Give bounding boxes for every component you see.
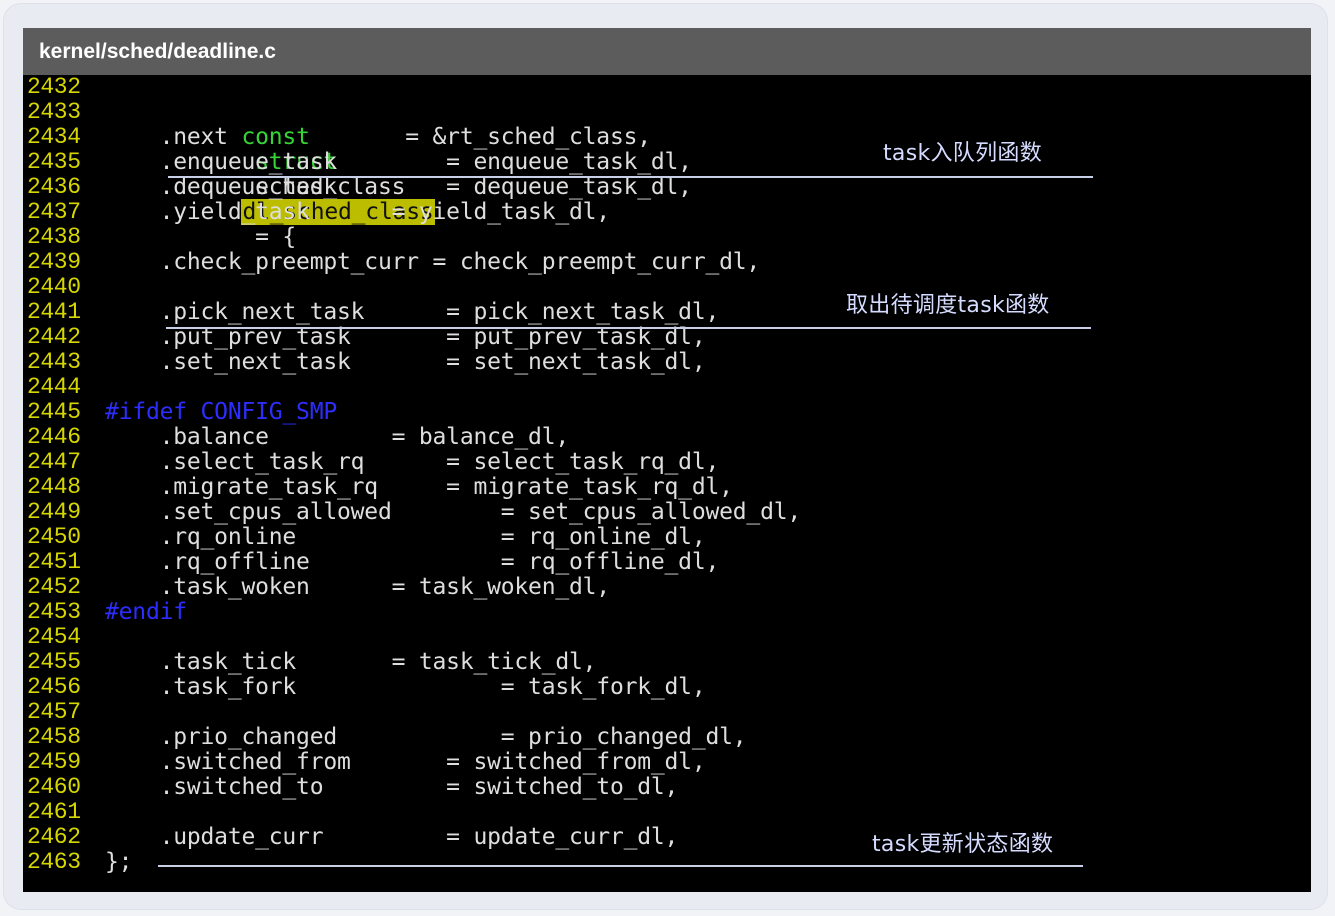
code-line: 2455 .task_tick = task_tick_dl, <box>23 650 1311 675</box>
line-text: .switched_from = switched_from_dl, <box>105 749 706 775</box>
line-number: 2437 <box>27 199 81 225</box>
code-line: 2462 .update_curr = update_curr_dl, <box>23 825 1311 850</box>
code-line: 2457 <box>23 700 1311 725</box>
line-number: 2451 <box>27 549 81 575</box>
annotation-enqueue: task入队列函数 <box>883 141 1043 166</box>
line-number: 2439 <box>27 249 81 275</box>
line-number: 2454 <box>27 624 81 650</box>
line-number: 2455 <box>27 649 81 675</box>
code-line: 2438 <box>23 225 1311 250</box>
preprocessor-endif: #endif <box>105 599 187 625</box>
line-number: 2445 <box>27 399 81 425</box>
line-number: 2453 <box>27 599 81 625</box>
code-line: 2450 .rq_online = rq_online_dl, <box>23 525 1311 550</box>
line-text: .set_next_task = set_next_task_dl, <box>105 349 706 375</box>
code-line: 2444 <box>23 375 1311 400</box>
line-text: .rq_online = rq_online_dl, <box>105 524 706 550</box>
line-number: 2458 <box>27 724 81 750</box>
code-line: 2463 }; <box>23 850 1311 875</box>
code-line: 2440 <box>23 275 1311 300</box>
line-number: 2435 <box>27 149 81 175</box>
line-text: .update_curr = update_curr_dl, <box>105 824 679 850</box>
line-text: .migrate_task_rq = migrate_task_rq_dl, <box>105 474 733 500</box>
preprocessor-ifdef: #ifdef CONFIG_SMP <box>105 399 338 425</box>
line-number: 2440 <box>27 274 81 300</box>
code-line: 2458 .prio_changed = prio_changed_dl, <box>23 725 1311 750</box>
line-number: 2436 <box>27 174 81 200</box>
line-number: 2444 <box>27 374 81 400</box>
line-text: .switched_to = switched_to_dl, <box>105 774 679 800</box>
code-line: 2456 .task_fork = task_fork_dl, <box>23 675 1311 700</box>
line-text: .enqueue_task = enqueue_task_dl, <box>105 149 692 175</box>
line-number: 2449 <box>27 499 81 525</box>
code-view: 2432 2433 const struct sched_class dl_sc… <box>23 75 1311 892</box>
code-line: 2433 const struct sched_class dl_sched_c… <box>23 99 1311 250</box>
line-text: .rq_offline = rq_offline_dl, <box>105 549 720 575</box>
code-line: 2454 <box>23 625 1311 650</box>
line-text: .prio_changed = prio_changed_dl, <box>105 724 747 750</box>
line-text: .select_task_rq = select_task_rq_dl, <box>105 449 720 475</box>
line-text: .check_preempt_curr = check_preempt_curr… <box>105 249 761 275</box>
line-text: .pick_next_task = pick_next_task_dl, <box>105 299 720 325</box>
code-line: 2439 .check_preempt_curr = check_preempt… <box>23 250 1311 275</box>
line-text: .task_tick = task_tick_dl, <box>105 649 597 675</box>
line-number: 2459 <box>27 749 81 775</box>
line-number: 2460 <box>27 774 81 800</box>
line-number: 2438 <box>27 224 81 250</box>
line-text: }; <box>105 849 133 875</box>
figure-frame: kernel/sched/deadline.c 2432 2433 const … <box>3 3 1328 910</box>
line-text: .dequeue_task = dequeue_task_dl, <box>105 174 692 200</box>
code-line: 2432 <box>23 75 1311 100</box>
annotation-underline <box>158 865 1083 867</box>
code-line: 2436 .dequeue_task = dequeue_task_dl, <box>23 175 1311 200</box>
line-number: 2432 <box>27 74 81 100</box>
code-line: 2449 .set_cpus_allowed = set_cpus_allowe… <box>23 500 1311 525</box>
code-line: 2448 .migrate_task_rq = migrate_task_rq_… <box>23 475 1311 500</box>
line-text: .task_fork = task_fork_dl, <box>105 674 706 700</box>
code-line: 2451 .rq_offline = rq_offline_dl, <box>23 550 1311 575</box>
line-text: .yield_task = yield_task_dl, <box>105 199 611 225</box>
annotation-pick: 取出待调度task函数 <box>846 293 1050 318</box>
code-window: kernel/sched/deadline.c 2432 2433 const … <box>23 28 1311 892</box>
code-line: 2452 .task_woken = task_woken_dl, <box>23 575 1311 600</box>
code-line: 2447 .select_task_rq = select_task_rq_dl… <box>23 450 1311 475</box>
code-line: 2445 #ifdef CONFIG_SMP <box>23 400 1311 425</box>
line-number: 2447 <box>27 449 81 475</box>
annotation-update: task更新状态函数 <box>872 832 1054 857</box>
annotation-underline <box>166 327 1091 329</box>
line-number: 2456 <box>27 674 81 700</box>
code-line: 2441 .pick_next_task = pick_next_task_dl… <box>23 300 1311 325</box>
line-number: 2433 <box>27 99 81 125</box>
code-line: 2459 .switched_from = switched_from_dl, <box>23 750 1311 775</box>
line-text: .task_woken = task_woken_dl, <box>105 574 611 600</box>
line-number: 2441 <box>27 299 81 325</box>
line-number: 2442 <box>27 324 81 350</box>
code-line: 2437 .yield_task = yield_task_dl, <box>23 200 1311 225</box>
line-number: 2457 <box>27 699 81 725</box>
code-line: 2461 <box>23 800 1311 825</box>
annotation-underline <box>168 176 1093 178</box>
code-line: 2434 .next = &rt_sched_class, <box>23 125 1311 150</box>
code-line: 2443 .set_next_task = set_next_task_dl, <box>23 350 1311 375</box>
line-number: 2462 <box>27 824 81 850</box>
line-number: 2446 <box>27 424 81 450</box>
code-line: 2460 .switched_to = switched_to_dl, <box>23 775 1311 800</box>
line-number: 2450 <box>27 524 81 550</box>
line-number: 2452 <box>27 574 81 600</box>
line-text: .balance = balance_dl, <box>105 424 570 450</box>
code-line: 2435 .enqueue_task = enqueue_task_dl, <box>23 150 1311 175</box>
line-text: .set_cpus_allowed = set_cpus_allowed_dl, <box>105 499 802 525</box>
line-number: 2461 <box>27 799 81 825</box>
code-line: 2446 .balance = balance_dl, <box>23 425 1311 450</box>
file-path-title: kernel/sched/deadline.c <box>39 40 276 63</box>
line-number: 2434 <box>27 124 81 150</box>
line-number: 2448 <box>27 474 81 500</box>
line-number: 2463 <box>27 849 81 875</box>
code-line: 2453 #endif <box>23 600 1311 625</box>
title-bar: kernel/sched/deadline.c <box>23 28 1311 75</box>
line-number: 2443 <box>27 349 81 375</box>
line-text: .next = &rt_sched_class, <box>105 124 652 150</box>
